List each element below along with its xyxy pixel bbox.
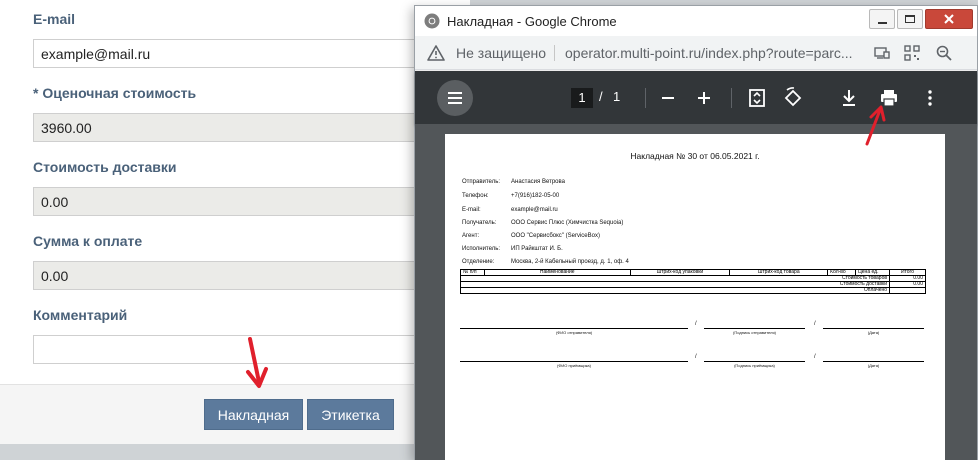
email-label: E-mail: [33, 11, 76, 27]
sender-value: Анастасия Ветрова: [511, 179, 565, 185]
signature-line: [704, 328, 805, 329]
toolbar-separator: [645, 88, 646, 108]
email-label: E-mail:: [462, 207, 481, 213]
pdf-page: Накладная № 30 от 06.05.2021 г. Отправит…: [445, 134, 945, 460]
delivery-cost-field[interactable]: 0.00: [33, 187, 463, 216]
maximize-button[interactable]: [897, 9, 923, 29]
recipient-value: ООО Сервис Плюс (Химчистка Sequoia): [511, 220, 624, 226]
signature-line: [460, 361, 688, 362]
comment-label: Комментарий: [33, 307, 128, 323]
zoom-in-icon[interactable]: [692, 86, 716, 110]
signature-slash: /: [695, 354, 697, 360]
total-field[interactable]: 0.00: [33, 261, 463, 290]
email-value: example@mail.ru: [511, 207, 558, 213]
address-separator: [554, 45, 555, 61]
executor-label: Исполнитель:: [462, 246, 501, 252]
waybill-button[interactable]: Накладная: [204, 399, 303, 430]
signature-caption: (Подпись приёмщика): [734, 363, 775, 368]
zoom-out-icon[interactable]: [656, 86, 680, 110]
address-bar[interactable]: Не защищено operator.multi-point.ru/inde…: [415, 36, 977, 70]
order-form-panel: E-mail example@mail.ru * Оценочная стоим…: [0, 0, 470, 444]
pdf-toolbar: 1 / 1: [415, 71, 977, 124]
more-options-icon[interactable]: [918, 86, 942, 110]
items-table: № п/п Наименование Штрих-код упаковки Шт…: [459, 269, 926, 294]
document-title: Накладная № 30 от 06.05.2021 г.: [630, 151, 760, 161]
menu-icon: [448, 92, 462, 104]
signature-caption: (ФИО отправителя): [555, 330, 593, 335]
total-label: Сумма к оплате: [33, 233, 143, 249]
phone-label: Телефон:: [462, 193, 489, 199]
minimize-icon: [878, 22, 887, 24]
branch-label: Отделение:: [462, 259, 495, 265]
recipient-label: Получатель:: [462, 220, 497, 226]
chrome-logo-icon: [424, 13, 440, 29]
estimate-field[interactable]: 3960.00: [33, 113, 463, 142]
security-status[interactable]: Не защищено: [456, 45, 546, 61]
annotation-arrow: [865, 105, 886, 146]
signature-line: [823, 361, 924, 362]
signature-slash: /: [814, 321, 816, 327]
label-button[interactable]: Этикетка: [307, 399, 394, 430]
signature-caption: (Дата): [867, 363, 880, 368]
phone-value: +7(916)182-05-00: [511, 193, 560, 199]
signature-line: [704, 361, 805, 362]
toolbar-separator: [731, 88, 732, 108]
close-button[interactable]: [925, 9, 973, 29]
pdf-viewer: Накладная № 30 от 06.05.2021 г. Отправит…: [415, 124, 977, 460]
signature-line: [460, 328, 688, 329]
sidebar-menu-button[interactable]: [437, 80, 473, 116]
minimize-button[interactable]: [869, 9, 895, 29]
page-total: 1: [613, 89, 621, 104]
summary-label: Оплачено: [459, 287, 891, 294]
fit-page-icon[interactable]: [745, 86, 769, 110]
install-app-icon[interactable]: [873, 44, 891, 62]
signature-line: [823, 328, 924, 329]
window-title: Накладная - Google Chrome: [447, 14, 617, 29]
executor-value: ИП Райкштат И. Б.: [511, 246, 563, 252]
email-field[interactable]: example@mail.ru: [33, 39, 463, 68]
delivery-cost-label: Стоимость доставки: [33, 159, 177, 175]
warning-icon[interactable]: [427, 44, 445, 62]
agent-label: Агент:: [462, 233, 480, 239]
url-field[interactable]: operator.multi-point.ru/index.php?route=…: [565, 45, 853, 61]
qr-code-icon[interactable]: [903, 44, 921, 62]
maximize-icon: [905, 15, 915, 23]
chrome-window: Накладная - Google Chrome Не защищено op…: [414, 5, 978, 460]
page-number-input[interactable]: 1: [571, 88, 593, 108]
title-bar: Накладная - Google Chrome: [415, 6, 977, 36]
signature-caption: (Подпись отправителя): [733, 330, 776, 335]
download-icon[interactable]: [837, 86, 861, 110]
zoom-icon[interactable]: [935, 44, 953, 62]
signature-caption: (Дата): [867, 330, 880, 335]
table-row: Оплачено: [459, 287, 926, 294]
annotation-arrow: [246, 337, 268, 388]
close-icon: [944, 14, 954, 24]
summary-value: [889, 287, 926, 294]
signature-slash: /: [695, 321, 697, 327]
estimate-label: * Оценочная стоимость: [33, 85, 197, 101]
agent-value: ООО "Сервисбокс" (ServiceBox): [511, 233, 600, 239]
rotate-icon[interactable]: [781, 86, 805, 110]
page-separator: /: [599, 89, 603, 104]
signature-slash: /: [814, 354, 816, 360]
signature-caption: (ФИО приёмщика): [557, 363, 591, 368]
sender-label: Отправитель:: [462, 179, 500, 185]
branch-value: Москва, 2-й Кабельный проезд, д. 1, оф. …: [511, 259, 629, 265]
